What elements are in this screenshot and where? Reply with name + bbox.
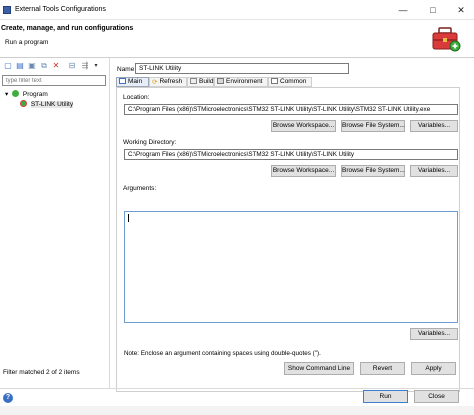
filter-icon[interactable]: ⇶: [80, 61, 90, 71]
location-label: Location:: [123, 94, 150, 101]
arguments-textarea[interactable]: [124, 211, 458, 323]
main-tab-content: Location: C:\Program Files (x86)\STMicro…: [116, 87, 460, 392]
export-icon[interactable]: ▣: [27, 61, 37, 71]
revert-button[interactable]: Revert: [360, 362, 405, 375]
view-menu-chevron-icon[interactable]: ▾: [91, 61, 101, 71]
external-tool-icon: [20, 100, 27, 107]
variables-button[interactable]: Variables...: [410, 328, 458, 340]
tree-item-st-link-utility[interactable]: ST-LINK Utility: [20, 100, 74, 110]
working-directory-input[interactable]: C:\Program Files (x86)\STMicroelectronic…: [124, 149, 458, 160]
environment-icon: [217, 78, 224, 84]
tree-item-label: ST-LINK Utility: [30, 101, 74, 108]
variables-button[interactable]: Variables...: [410, 120, 458, 132]
tab-label: Main: [128, 78, 143, 85]
toolbox-icon: [432, 27, 461, 52]
tab-refresh[interactable]: ⟳ Refresh: [149, 77, 187, 87]
tab-build[interactable]: Build: [187, 77, 214, 87]
variables-button[interactable]: Variables...: [410, 165, 458, 177]
bottom-bar: [0, 406, 474, 415]
name-label: Name:: [117, 66, 137, 73]
run-button[interactable]: Run: [363, 390, 408, 403]
help-icon[interactable]: ?: [3, 393, 13, 403]
tab-common[interactable]: Common: [268, 77, 312, 87]
tree-item-program[interactable]: ▾ Program: [5, 90, 48, 100]
filter-input[interactable]: [2, 75, 106, 86]
arguments-note: Note: Enclose an argument containing spa…: [124, 350, 321, 357]
browse-workspace-button[interactable]: Browse Workspace...: [271, 165, 336, 177]
new-config-icon[interactable]: ▢: [3, 61, 13, 71]
tab-label: Common: [280, 78, 307, 85]
window-title: External Tools Configurations: [15, 6, 106, 13]
dialog-header: Create, manage, and run configurations R…: [0, 20, 474, 58]
refresh-icon: ⟳: [152, 79, 158, 86]
new-prototype-icon[interactable]: ▤: [15, 61, 25, 71]
tab-main[interactable]: Main: [116, 77, 149, 87]
browse-workspace-button[interactable]: Browse Workspace...: [271, 120, 336, 132]
title-bar: External Tools Configurations — □ ✕: [0, 0, 474, 20]
duplicate-icon[interactable]: ⧉: [39, 61, 49, 71]
delete-icon[interactable]: ✕: [51, 61, 61, 71]
program-icon: [12, 90, 20, 97]
footer-separator: [0, 388, 474, 389]
header-title: Create, manage, and run configurations: [1, 25, 134, 32]
collapse-all-icon[interactable]: ⊟: [67, 61, 77, 71]
tab-label: Refresh: [159, 78, 183, 85]
browse-file-system-button[interactable]: Browse File System...: [341, 165, 405, 177]
tab-label: Environment: [226, 78, 263, 85]
working-directory-label: Working Directory:: [123, 139, 177, 146]
filter-status: Filter matched 2 of 2 items: [3, 369, 80, 376]
text-caret: [128, 214, 129, 222]
expand-chevron-icon[interactable]: ▾: [5, 91, 8, 98]
arguments-label: Arguments:: [123, 185, 157, 192]
app-icon: [3, 6, 11, 14]
close-button[interactable]: Close: [414, 390, 459, 403]
close-window-button[interactable]: ✕: [448, 0, 474, 20]
configurations-panel: ▢ ▤ ▣ ⧉ ✕ ⊟ ⇶ ▾ ▾ Program ST-LINK Utilit…: [0, 58, 110, 388]
location-input[interactable]: C:\Program Files (x86)\STMicroelectronic…: [124, 104, 458, 115]
configuration-editor: Name: Main ⟳Refresh Build Environment Co…: [112, 58, 462, 392]
name-input[interactable]: [135, 63, 349, 74]
maximize-button[interactable]: □: [420, 0, 446, 20]
tab-label: Build: [199, 78, 214, 85]
minimize-button[interactable]: —: [390, 0, 416, 20]
tree-item-label: Program: [22, 91, 48, 98]
build-icon: [190, 78, 197, 84]
apply-button[interactable]: Apply: [411, 362, 456, 375]
header-subtitle: Run a program: [5, 39, 49, 46]
main-tab-icon: [119, 78, 126, 84]
common-icon: [271, 78, 278, 84]
tab-environment[interactable]: Environment: [214, 77, 268, 87]
browse-file-system-button[interactable]: Browse File System...: [341, 120, 405, 132]
show-command-line-button[interactable]: Show Command Line: [284, 362, 354, 375]
